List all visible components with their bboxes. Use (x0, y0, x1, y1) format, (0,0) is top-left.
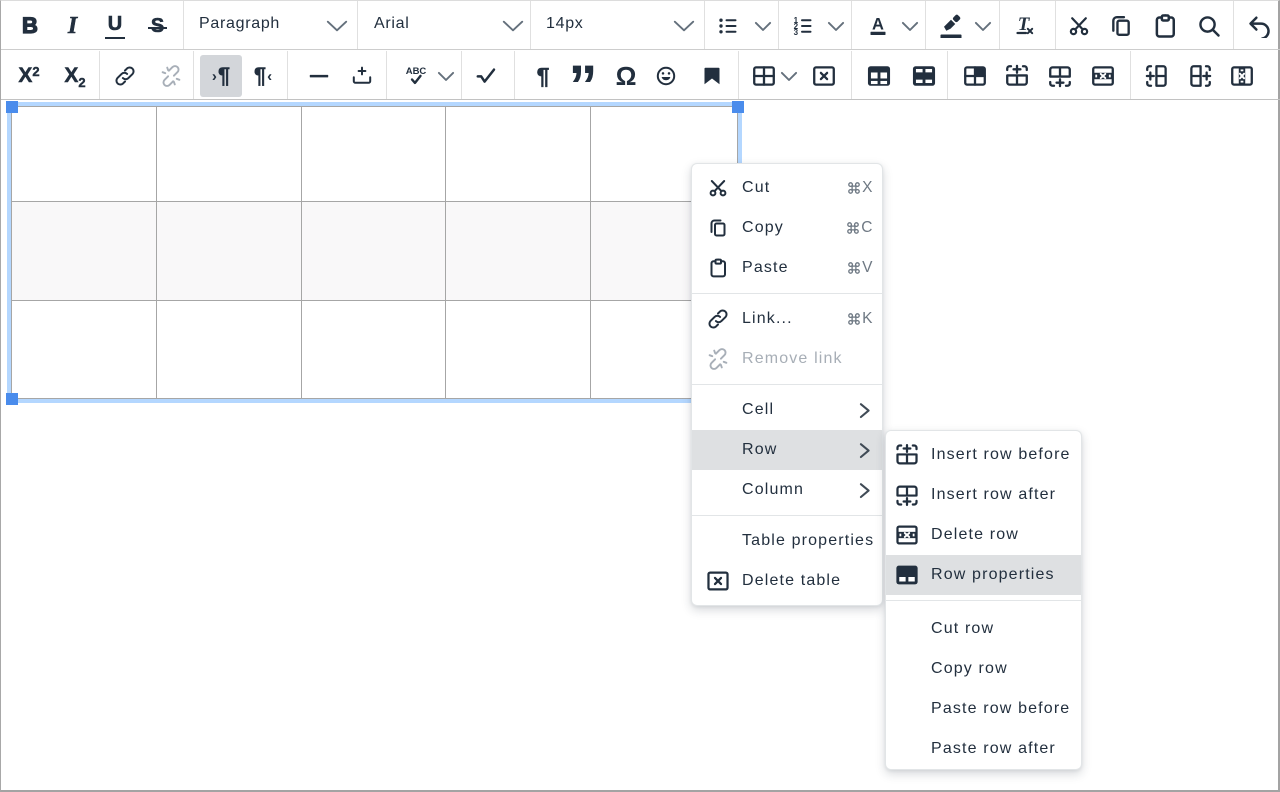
svg-text:”: ” (569, 58, 598, 94)
svg-text:3: 3 (794, 28, 799, 37)
svg-text:ABC: ABC (406, 66, 427, 77)
svg-text:A: A (872, 16, 884, 34)
